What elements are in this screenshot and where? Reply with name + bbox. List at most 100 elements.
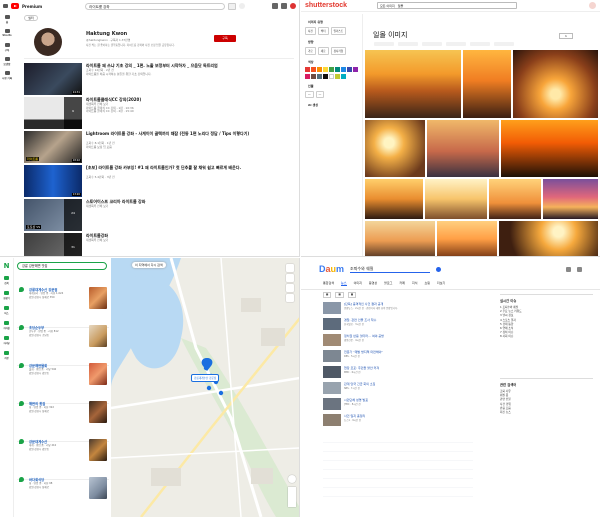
filter-section-title[interactable]: AI 생성: [308, 103, 359, 107]
photo-tile[interactable]: [365, 179, 423, 219]
video-result[interactable]: 24:31 라이트룸 왜 쓰냐 기초 강의 _ 1편. 노출 보정부터 시작하자…: [24, 63, 294, 95]
photo-tile[interactable]: [489, 179, 541, 219]
shutterstock-search[interactable]: 모든 이미지 일몰: [377, 2, 518, 9]
news-thumbnail[interactable]: [323, 350, 341, 362]
video-result[interactable]: 라이트룸 18:02 Lightroom 라이트룸 강좌 - 사계이이 골택까지 …: [24, 131, 294, 163]
issue-row[interactable]: 8 사회 이슈: [500, 334, 593, 338]
photo-tile[interactable]: [365, 50, 461, 118]
tab-more[interactable]: 더보기: [437, 281, 445, 286]
map-search-input[interactable]: 강릉 강문해변 맛집: [17, 262, 107, 270]
color-swatch[interactable]: [334, 73, 340, 79]
photo-tile[interactable]: [365, 120, 425, 177]
color-swatch[interactable]: [346, 66, 352, 72]
photo-tile[interactable]: [499, 221, 598, 256]
color-swatch[interactable]: [352, 66, 358, 72]
color-swatch[interactable]: [328, 66, 334, 72]
playlist-result[interactable]: 31 라이트룸강좌 재생목록 전체 보기: [24, 233, 294, 256]
filter-section-title[interactable]: 색상: [308, 60, 359, 64]
photo-tile[interactable]: [365, 221, 435, 256]
sidebar-item-shorts[interactable]: Shorts: [0, 26, 14, 40]
sort-option[interactable]: ■: [347, 292, 357, 298]
color-swatch[interactable]: [340, 66, 346, 72]
tab-all[interactable]: 통합검색: [323, 281, 334, 286]
tab-blog[interactable]: 블로그: [384, 281, 392, 286]
filter-section-title[interactable]: 인물: [308, 84, 359, 88]
playlist-result[interactable]: 포토샵 VS 24 스토어이스프 코리아 라이트룸 강좌 재생목록 전체 보기: [24, 199, 294, 231]
news-item[interactable]: 현장 르포: 주민들 불안 커져 MBC · 6시간 전: [323, 366, 473, 382]
search-icon[interactable]: [228, 2, 237, 10]
news-item[interactable]: 사건 일지 총정리 뉴스1 · 9시간 전: [323, 414, 473, 430]
search-icon[interactable]: [436, 266, 442, 272]
avatar[interactable]: [589, 2, 596, 9]
news-item[interactable]: 시민단체 성명 발표 JTBC · 8시간 전: [323, 398, 473, 414]
news-thumbnail[interactable]: [323, 302, 341, 314]
filter-button[interactable]: 필터: [24, 15, 38, 21]
filter-chip[interactable]: ―: [315, 91, 325, 98]
place-photo[interactable]: [89, 401, 107, 423]
playlist-thumbnail[interactable]: 31: [24, 233, 82, 256]
tag[interactable]: [422, 42, 442, 46]
color-swatch[interactable]: [316, 66, 322, 72]
filter-chip[interactable]: 정사각형: [330, 47, 347, 55]
news-thumbnail[interactable]: [323, 366, 341, 378]
playlist-thumbnail[interactable]: 9: [24, 97, 82, 129]
news-item[interactable]: 전문가 "재발 방지책 마련해야" KBS · 5시간 전: [323, 350, 473, 366]
share-icon[interactable]: [286, 294, 294, 302]
filter-chip[interactable]: ―: [305, 91, 314, 98]
place-photo[interactable]: [89, 477, 107, 499]
create-icon[interactable]: [272, 3, 278, 9]
playlist-thumbnail[interactable]: 포토샵 VS 24: [24, 199, 82, 231]
color-swatch[interactable]: [334, 66, 340, 72]
news-thumbnail[interactable]: [323, 334, 341, 346]
mail-icon[interactable]: [577, 266, 582, 272]
place-photo[interactable]: [89, 325, 107, 347]
video-thumbnail[interactable]: 24:31: [24, 63, 82, 95]
related-row[interactable]: 최신 뉴스: [500, 410, 593, 414]
daum-search-input[interactable]: 조퇴수와 쉐필: [350, 265, 431, 273]
mic-icon[interactable]: [239, 3, 246, 9]
layers-icon[interactable]: [286, 264, 294, 272]
news-item[interactable]: [단독] 충격적인 사건 결과 공개 연합뉴스 · 2시간 전 · 관련기사 내용…: [323, 302, 473, 318]
video-result[interactable]: 13:20 [초보] 라이트룸 강좌 카부잉! #1 왜 라이트룸인가? 첫 단…: [24, 165, 294, 197]
channel-avatar[interactable]: [34, 28, 62, 56]
color-swatch[interactable]: [340, 73, 346, 79]
shutterstock-logo[interactable]: shutterstock: [305, 2, 347, 9]
news-item[interactable]: 정치권 반응 잇따라… 여야 공방 경향신문 · 4시간 전: [323, 334, 473, 350]
filter-chip[interactable]: 벡터: [317, 27, 329, 35]
avatar[interactable]: [290, 3, 296, 9]
news-item[interactable]: 관계 당국 긴급 회의 소집 SBS · 7시간 전: [323, 382, 473, 398]
photo-tile[interactable]: [513, 50, 598, 118]
notification-icon[interactable]: [281, 3, 287, 9]
channel-name[interactable]: Haktung Kwon: [86, 31, 127, 37]
map-canvas[interactable]: 이 지역에서 다시 검색 강릉대게수산 강문점: [111, 258, 299, 517]
news-thumbnail[interactable]: [323, 382, 341, 394]
daum-logo[interactable]: Daum: [319, 264, 344, 274]
color-swatch[interactable]: [304, 66, 310, 72]
rail-item-directions[interactable]: 길찾기: [0, 288, 13, 303]
video-title[interactable]: Lightroom 라이트룸 강좌 - 사계이이 골택까지 때잡 (전동 1편 …: [86, 131, 286, 137]
tab-shopping[interactable]: 쇼핑: [424, 281, 430, 286]
place-photo[interactable]: [89, 287, 107, 309]
news-thumbnail[interactable]: [323, 414, 341, 426]
rail-item-saved[interactable]: 저장: [0, 348, 13, 363]
research-area-button[interactable]: 이 지역에서 다시 검색: [132, 262, 166, 268]
video-thumbnail[interactable]: 13:20: [24, 165, 82, 197]
menu-icon[interactable]: [3, 4, 8, 8]
search-input[interactable]: 일몰: [398, 4, 404, 8]
filter-chip[interactable]: 가로: [305, 47, 316, 55]
page-number-input[interactable]: 1: [559, 33, 573, 39]
color-swatch[interactable]: [310, 73, 316, 79]
filter-chip[interactable]: 세로: [317, 47, 329, 55]
tag[interactable]: [470, 42, 490, 46]
news-thumbnail[interactable]: [323, 398, 341, 410]
tag[interactable]: [398, 42, 418, 46]
rail-item-subway[interactable]: 지하철: [0, 318, 13, 333]
youtube-logo-icon[interactable]: [11, 3, 19, 9]
filter-section-title[interactable]: 이미지 유형: [308, 20, 359, 24]
tab-news[interactable]: 뉴스: [341, 281, 347, 286]
apps-icon[interactable]: [566, 266, 571, 272]
sidebar-item-subscriptions[interactable]: 구독: [0, 40, 14, 54]
sidebar-item-history[interactable]: 시청 기록: [0, 68, 14, 82]
sidebar-item-library[interactable]: 보관함: [0, 54, 14, 68]
video-thumbnail[interactable]: 라이트룸 18:02: [24, 131, 82, 163]
